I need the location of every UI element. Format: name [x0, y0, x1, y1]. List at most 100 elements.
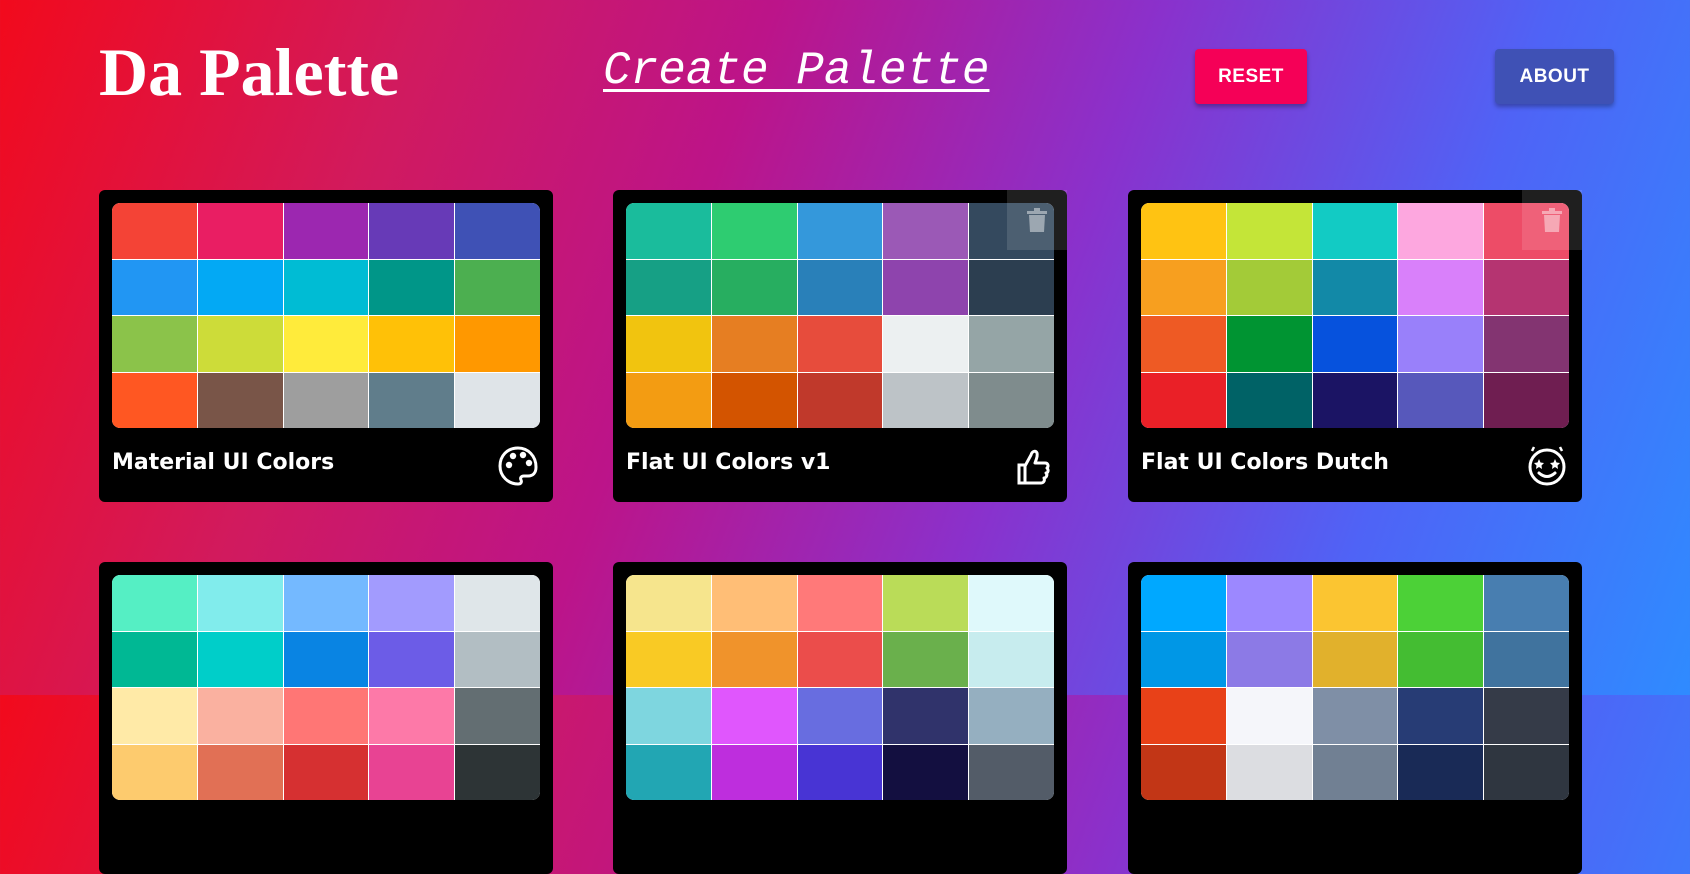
color-swatch	[1141, 688, 1226, 744]
about-button[interactable]: ABOUT	[1495, 49, 1614, 104]
color-swatch	[369, 575, 455, 631]
color-swatch	[1398, 316, 1484, 372]
starstruck-face-icon	[1526, 445, 1568, 487]
color-swatch	[369, 259, 455, 315]
color-swatch	[1398, 372, 1484, 428]
color-swatch	[1312, 372, 1398, 428]
color-swatch	[969, 372, 1054, 428]
palette-swatches	[1141, 203, 1569, 428]
trash-icon	[1542, 208, 1562, 232]
palette-name: Material UI Colors	[112, 450, 335, 475]
color-swatch	[197, 631, 283, 687]
color-swatch	[112, 575, 197, 631]
color-swatch	[197, 744, 283, 800]
color-swatch	[112, 631, 197, 687]
palette-card[interactable]	[613, 562, 1067, 874]
color-swatch	[626, 688, 711, 744]
color-swatch	[1484, 316, 1569, 372]
color-swatch	[1226, 631, 1312, 687]
color-swatch	[369, 203, 455, 259]
color-swatch	[369, 744, 455, 800]
color-swatch	[1398, 688, 1484, 744]
color-swatch	[626, 259, 711, 315]
color-swatch	[626, 316, 711, 372]
color-swatch	[1141, 372, 1226, 428]
color-swatch	[369, 631, 455, 687]
color-swatch	[369, 372, 455, 428]
color-swatch	[369, 316, 455, 372]
color-swatch	[455, 316, 540, 372]
reset-button[interactable]: RESET	[1195, 49, 1307, 104]
color-swatch	[1312, 203, 1398, 259]
color-swatch	[1312, 744, 1398, 800]
color-swatch	[283, 316, 369, 372]
color-swatch	[626, 575, 711, 631]
color-swatch	[883, 631, 969, 687]
delete-palette-button[interactable]	[1522, 190, 1582, 250]
color-swatch	[283, 744, 369, 800]
color-swatch	[626, 372, 711, 428]
color-swatch	[197, 203, 283, 259]
color-swatch	[1398, 631, 1484, 687]
color-swatch	[883, 203, 969, 259]
color-swatch	[1226, 688, 1312, 744]
color-swatch	[197, 688, 283, 744]
color-swatch	[1312, 259, 1398, 315]
color-swatch	[283, 372, 369, 428]
color-swatch	[711, 372, 797, 428]
color-swatch	[1484, 372, 1569, 428]
delete-palette-button[interactable]	[1007, 190, 1067, 250]
color-swatch	[626, 203, 711, 259]
palette-card[interactable]	[1128, 562, 1582, 874]
palette-name: Flat UI Colors Dutch	[1141, 450, 1389, 475]
color-swatch	[797, 744, 883, 800]
trash-icon	[1027, 208, 1047, 232]
color-swatch	[1312, 688, 1398, 744]
color-swatch	[969, 316, 1054, 372]
color-swatch	[283, 688, 369, 744]
color-swatch	[797, 631, 883, 687]
color-swatch	[1226, 372, 1312, 428]
color-swatch	[711, 631, 797, 687]
color-swatch	[797, 203, 883, 259]
color-swatch	[969, 259, 1054, 315]
color-swatch	[1484, 688, 1569, 744]
color-swatch	[112, 203, 197, 259]
color-swatch	[283, 575, 369, 631]
color-swatch	[1312, 631, 1398, 687]
color-swatch	[455, 631, 540, 687]
color-swatch	[1484, 259, 1569, 315]
palette-card[interactable]: Flat UI Colors Dutch	[1128, 190, 1582, 502]
color-swatch	[197, 575, 283, 631]
thumbs-up-icon	[1011, 445, 1053, 487]
color-swatch	[883, 688, 969, 744]
color-swatch	[883, 316, 969, 372]
color-swatch	[711, 688, 797, 744]
color-swatch	[1226, 316, 1312, 372]
color-swatch	[626, 744, 711, 800]
color-swatch	[112, 688, 197, 744]
palette-card[interactable]: Material UI Colors	[99, 190, 553, 502]
color-swatch	[112, 259, 197, 315]
color-swatch	[1141, 575, 1226, 631]
color-swatch	[1312, 575, 1398, 631]
color-swatch	[112, 372, 197, 428]
color-swatch	[455, 372, 540, 428]
color-swatch	[1484, 575, 1569, 631]
color-swatch	[797, 259, 883, 315]
color-swatch	[455, 203, 540, 259]
create-palette-link[interactable]: Create Palette	[603, 48, 989, 94]
color-swatch	[283, 631, 369, 687]
color-swatch	[883, 259, 969, 315]
color-swatch	[1226, 259, 1312, 315]
color-swatch	[1141, 203, 1226, 259]
color-swatch	[1398, 203, 1484, 259]
app-logo[interactable]: Da Palette	[99, 38, 399, 106]
color-swatch	[1484, 744, 1569, 800]
color-swatch	[626, 631, 711, 687]
color-swatch	[969, 688, 1054, 744]
palette-card[interactable]: Flat UI Colors v1	[613, 190, 1067, 502]
color-swatch	[1484, 631, 1569, 687]
palette-card[interactable]	[99, 562, 553, 874]
color-swatch	[797, 316, 883, 372]
